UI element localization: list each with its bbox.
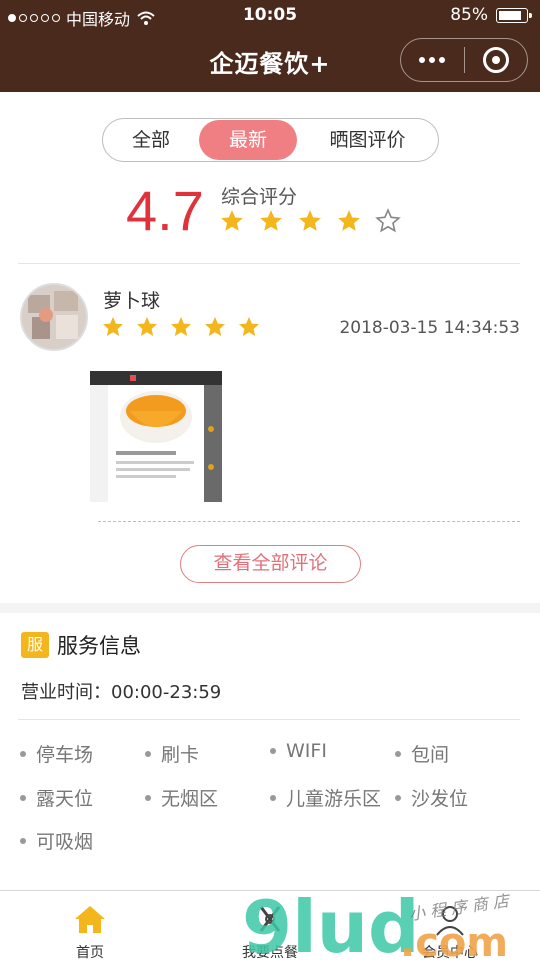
top-bar: 中国移动 10:05 85% 企迈餐饮+	[0, 0, 540, 92]
tabbar-home[interactable]: 首页	[0, 891, 180, 960]
facility-item: 儿童游乐区	[270, 784, 381, 811]
status-bar: 中国移动 10:05 85%	[0, 0, 540, 30]
tab-photo-reviews[interactable]: 晒图评价	[297, 120, 438, 160]
tab-all[interactable]: 全部	[103, 120, 199, 160]
tab-latest[interactable]: 最新	[199, 120, 297, 160]
overall-score-label: 综合评分	[221, 186, 298, 208]
overall-stars	[219, 208, 401, 234]
section-separator	[0, 603, 540, 613]
facility-item: 可吸烟	[20, 827, 93, 854]
review-timestamp: 2018-03-15 14:34:53	[339, 318, 520, 338]
facility-item: 刷卡	[145, 740, 199, 767]
review-photo[interactable]	[90, 371, 222, 502]
service-badge: 服	[21, 632, 49, 658]
star-filled-icon	[260, 210, 282, 231]
divider	[18, 263, 520, 264]
review-stars	[101, 315, 261, 339]
facility-item: 停车场	[20, 740, 93, 767]
home-icon	[75, 906, 105, 933]
service-title: 服务信息	[57, 634, 141, 658]
divider	[18, 719, 520, 720]
mini-program-capsule	[400, 38, 528, 82]
facility-item: 包间	[395, 740, 449, 767]
tabbar-order-label: 我要点餐	[242, 945, 298, 960]
business-hours: 营业时间：00:00-23:59	[21, 682, 222, 703]
target-icon	[482, 47, 509, 73]
facility-label: 可吸烟	[36, 831, 94, 853]
more-button[interactable]	[401, 38, 464, 82]
tabbar-home-label: 首页	[76, 945, 104, 960]
facility-item: 露天位	[20, 784, 93, 811]
facility-label: WIFI	[286, 740, 327, 762]
tabbar-order[interactable]: 我要点餐	[180, 891, 360, 960]
battery-percent: 85%	[450, 5, 488, 25]
star-empty-icon	[375, 208, 401, 233]
star-filled-icon	[299, 210, 321, 231]
battery-status: 85%	[450, 5, 532, 25]
facility-label: 包间	[411, 744, 450, 766]
facility-label: 沙发位	[411, 788, 469, 810]
facility-label: 停车场	[36, 744, 94, 766]
overall-score: 4.7	[126, 179, 204, 242]
facility-label: 无烟区	[161, 788, 219, 810]
star-filled-icon	[221, 210, 243, 231]
facility-label: 露天位	[36, 788, 94, 810]
bottom-tab-bar: 首页 我要点餐 会员中心	[0, 890, 540, 960]
more-icon	[419, 57, 446, 63]
star-filled-icon	[103, 317, 123, 336]
tabbar-member-label: 会员中心	[422, 945, 478, 960]
utensils-icon	[259, 906, 281, 932]
star-filled-icon	[171, 317, 191, 336]
star-filled-icon	[338, 210, 360, 231]
reviewer-name: 萝卜球	[103, 290, 161, 312]
facility-item: WIFI	[270, 740, 327, 762]
facility-label: 儿童游乐区	[286, 788, 382, 810]
star-filled-icon	[205, 317, 225, 336]
review-filter-tabs: 全部 最新 晒图评价	[102, 118, 439, 162]
facility-label: 刷卡	[161, 744, 200, 766]
user-icon	[436, 906, 464, 936]
reviewer-avatar	[20, 283, 88, 351]
close-button[interactable]	[465, 38, 528, 82]
star-filled-icon	[239, 317, 259, 336]
battery-icon	[496, 7, 532, 23]
view-all-reviews-button[interactable]: 查看全部评论	[180, 545, 361, 583]
star-filled-icon	[137, 317, 157, 336]
facility-item: 沙发位	[395, 784, 468, 811]
facility-item: 无烟区	[145, 784, 218, 811]
tabbar-member[interactable]: 会员中心	[360, 891, 540, 960]
dashed-divider	[98, 521, 520, 522]
